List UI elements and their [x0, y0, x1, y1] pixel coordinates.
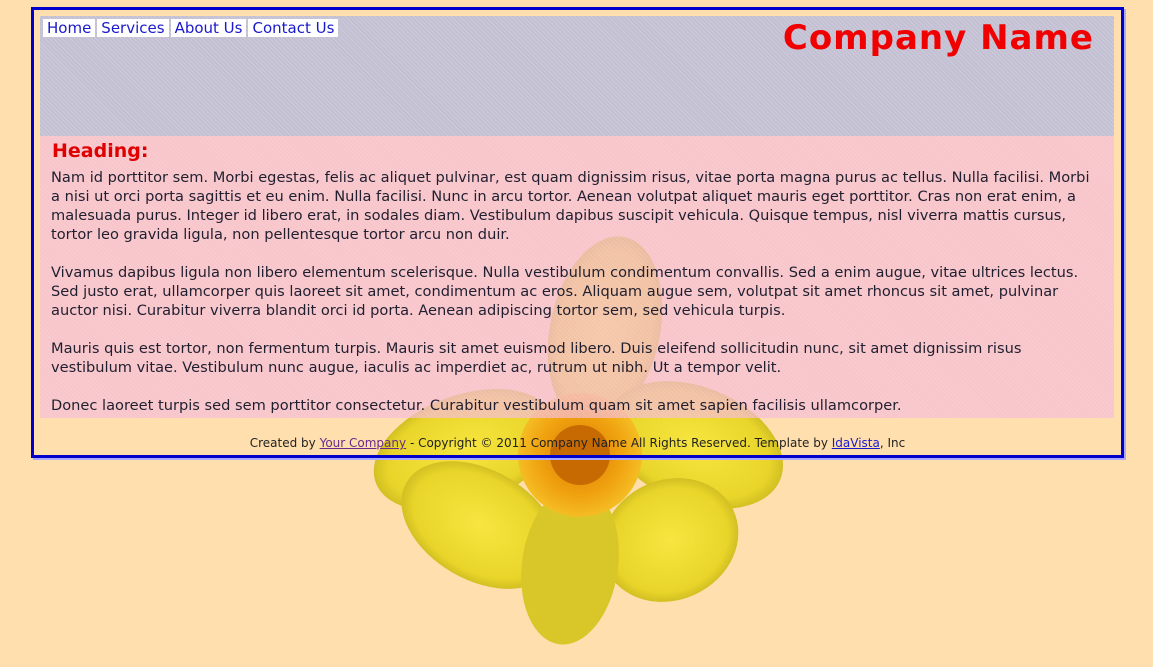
- content-paragraph: Nam id porttitor sem. Morbi egestas, fel…: [51, 169, 1090, 243]
- nav-item-services[interactable]: Services: [97, 19, 169, 37]
- header-banner: Home Services About Us Contact Us Compan…: [40, 16, 1114, 136]
- company-name-title: Company Name: [782, 18, 1094, 58]
- nav-item-home[interactable]: Home: [43, 19, 96, 37]
- content-paragraph: Donec laoreet turpis sed sem porttitor c…: [51, 397, 902, 414]
- nav-item-about-us[interactable]: About Us: [170, 19, 247, 37]
- page-container: Home Services About Us Contact Us Compan…: [31, 7, 1124, 458]
- nav-item-contact-us[interactable]: Contact Us: [248, 19, 339, 37]
- idavista-link[interactable]: IdaVista: [832, 436, 880, 450]
- your-company-link[interactable]: Your Company: [320, 436, 407, 450]
- footer: Created by Your Company - Copyright © 20…: [34, 436, 1121, 450]
- content-paragraph: Vivamus dapibus ligula non libero elemen…: [51, 264, 1079, 319]
- content-paragraph: Mauris quis est tortor, non fermentum tu…: [51, 340, 1022, 376]
- main-content: Heading: Nam id porttitor sem. Morbi ege…: [40, 136, 1114, 418]
- content-heading: Heading:: [52, 140, 149, 162]
- footer-copyright: - Copyright © 2011 Company Name All Righ…: [406, 436, 832, 450]
- footer-created-by: Created by: [249, 436, 320, 450]
- footer-suffix: , Inc: [879, 436, 906, 450]
- main-nav: Home Services About Us Contact Us: [43, 19, 339, 37]
